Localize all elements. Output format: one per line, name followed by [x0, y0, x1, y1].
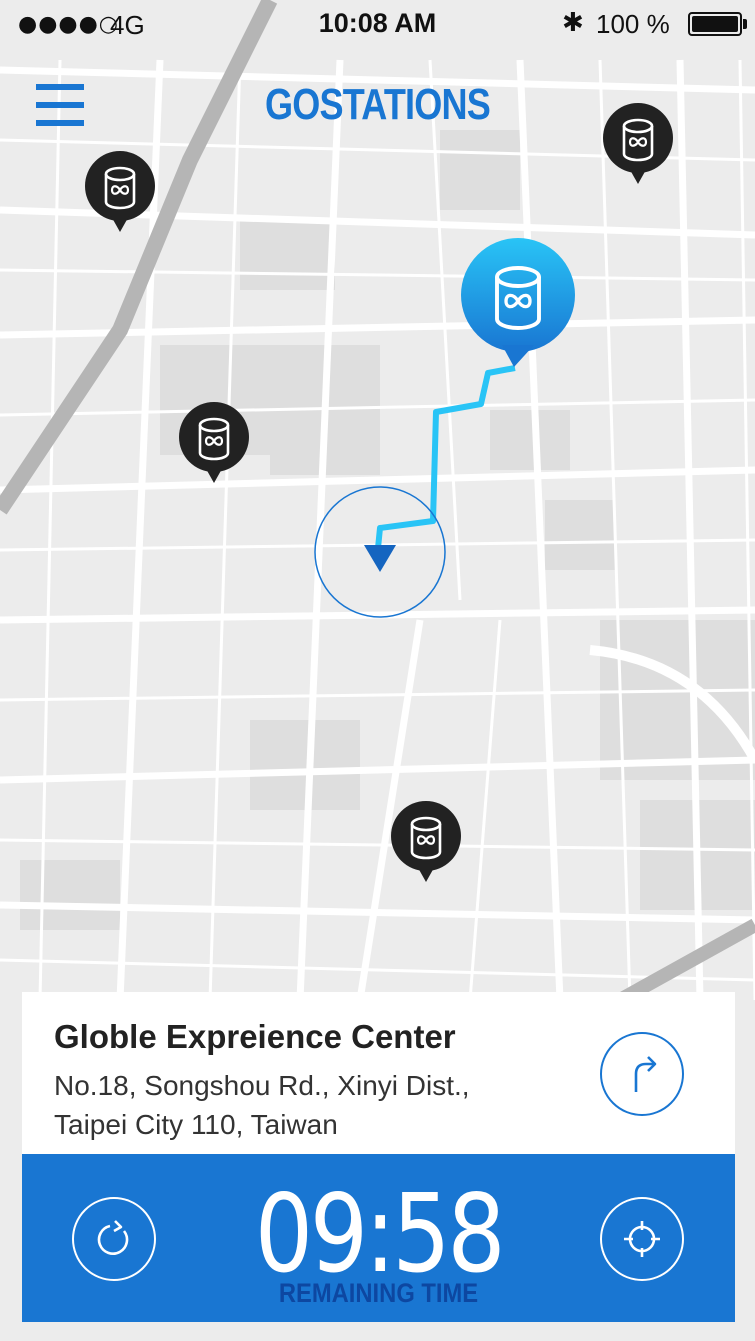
status-bar: ●●●●○ 4G 10:08 AM ✱ 100 % — [0, 0, 755, 48]
app-title: GOSTATIONS — [265, 80, 491, 129]
station-card[interactable]: Globle Expreience Center No.18, Songshou… — [22, 992, 735, 1154]
crosshair-icon — [624, 1221, 660, 1257]
station-name: Globle Expreience Center — [54, 1018, 456, 1055]
navigate-button[interactable] — [600, 1032, 684, 1116]
locate-button[interactable] — [600, 1197, 684, 1281]
battery-percentage: 100 % — [596, 9, 670, 39]
remaining-time-label: REMAINING TIME — [278, 1278, 479, 1308]
turn-right-icon — [634, 1056, 657, 1092]
battery-icon — [688, 12, 747, 36]
timer-panel: 09:58 REMAINING TIME — [22, 1154, 735, 1322]
address-line-1: No.18, Songshou Rd., Xinyi Dist., — [54, 1070, 470, 1101]
bluetooth-icon: ✱ — [562, 8, 584, 38]
address-line-2: Taipei City 110, Taiwan — [54, 1109, 338, 1140]
station-address: No.18, Songshou Rd., Xinyi Dist., Taipei… — [54, 1066, 470, 1144]
